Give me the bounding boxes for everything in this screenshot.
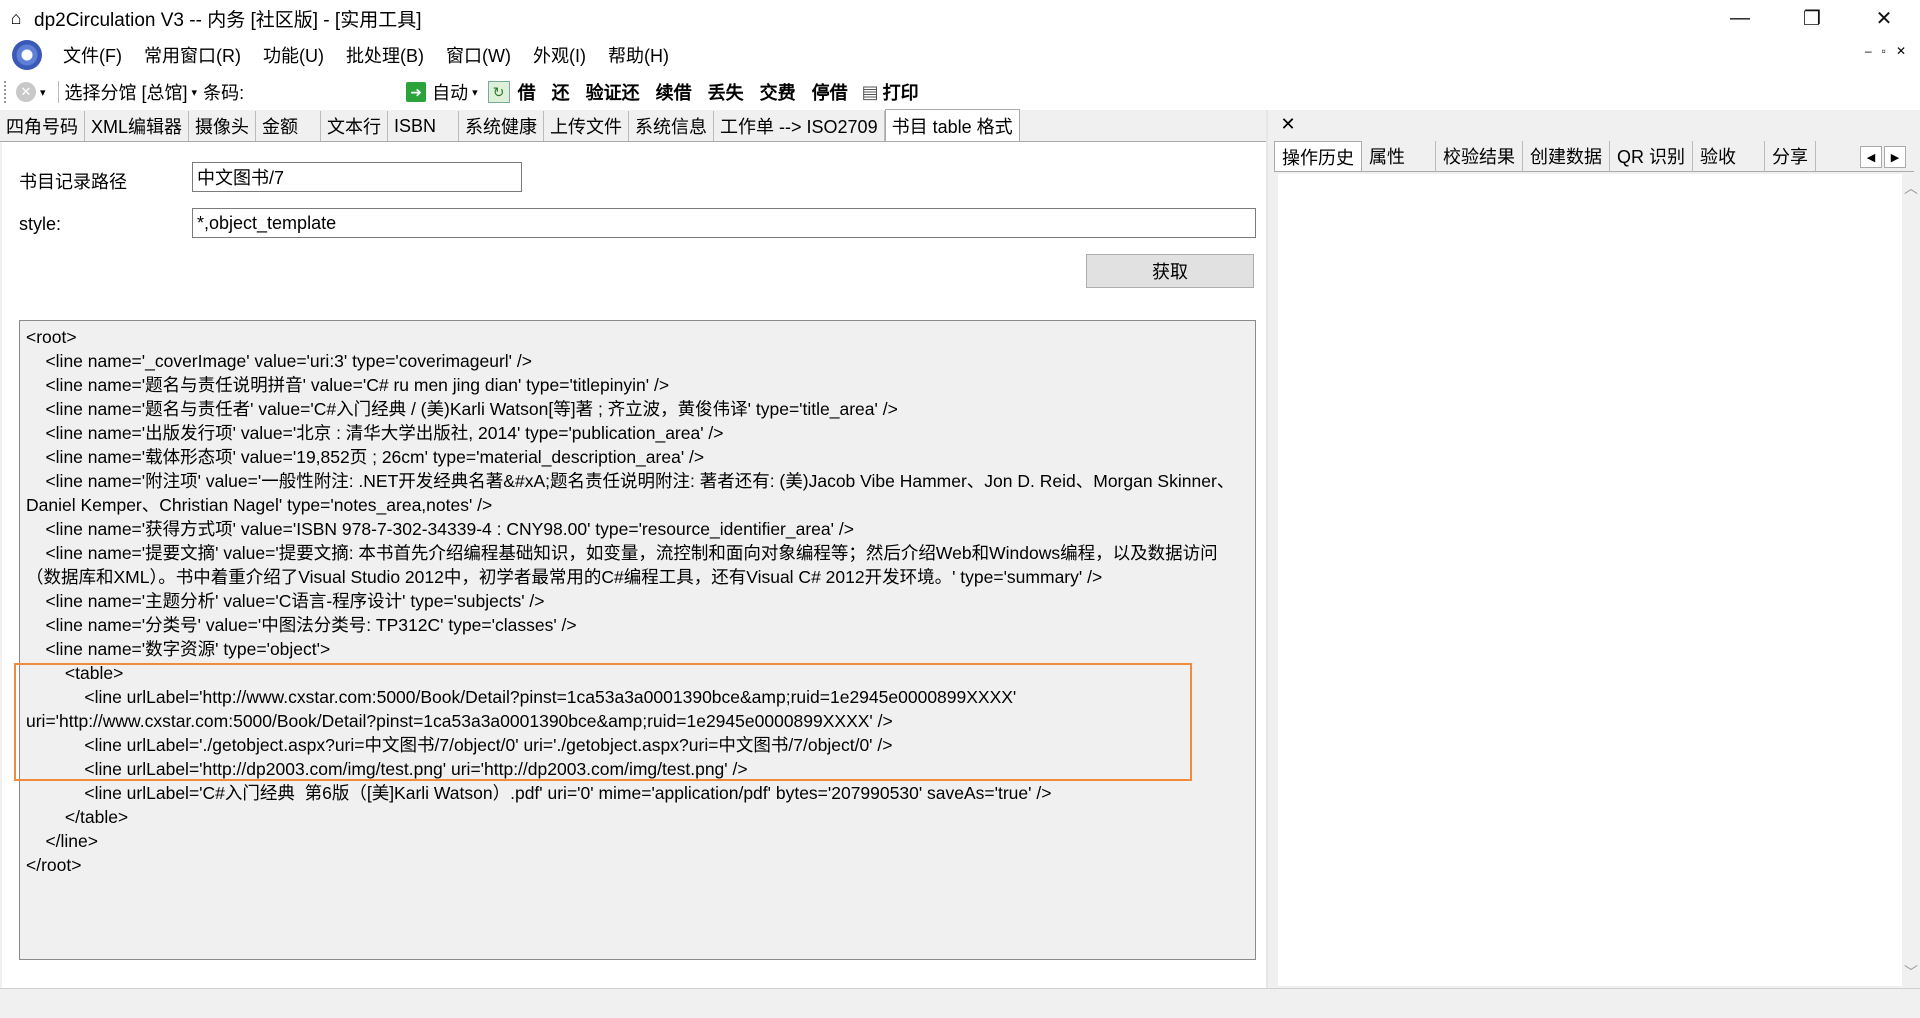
xml-line: <line name='提要文摘' value='提要文摘: 本书首先介绍编程基… (26, 543, 1218, 587)
xml-line: <line urlLabel='http://www.cxstar.com:50… (26, 687, 1022, 731)
menu-file[interactable]: 文件(F) (52, 42, 133, 68)
renew-button[interactable]: 续借 (656, 79, 692, 105)
branch-select[interactable]: 选择分馆 [总馆] (65, 79, 188, 105)
menu-help[interactable]: 帮助(H) (597, 42, 680, 68)
menu-window[interactable]: 窗口(W) (435, 42, 522, 68)
tab-four-corner[interactable]: 四角号码 (0, 111, 85, 141)
scrollbar[interactable]: ︿ ﹀ (1902, 174, 1920, 986)
tab-isbn[interactable]: ISBN (388, 111, 460, 141)
xml-line: <line name='数字资源' type='object'> (26, 639, 331, 659)
auto-mode-select[interactable]: 自动 (432, 79, 468, 105)
tab-upload-file[interactable]: 上传文件 (544, 111, 630, 141)
tab-properties[interactable]: 属性 (1362, 141, 1436, 171)
mdi-restore-button[interactable]: ▫ (1882, 44, 1886, 58)
status-bar (0, 988, 1920, 1018)
xml-line: <line name='获得方式项' value='ISBN 978-7-302… (26, 519, 854, 539)
minimize-button[interactable]: — (1704, 0, 1776, 36)
tab-system-health[interactable]: 系统健康 (459, 111, 545, 141)
xml-line: <line urlLabel='http://dp2003.com/img/te… (26, 759, 748, 779)
biblio-table-panel: 书目记录路径 中文图书/7 style: *,object_template 获… (2, 142, 1268, 988)
printer-icon[interactable]: ▤ (862, 82, 879, 103)
xml-line: </table> (26, 807, 129, 827)
right-tabs: 操作历史 属性 校验结果 创建数据 QR 识别 验收 分享 ◀ ▶ (1274, 140, 1914, 172)
scroll-down-icon[interactable]: ﹀ (1904, 962, 1918, 982)
menu-functions[interactable]: 功能(U) (252, 42, 335, 68)
gear-icon[interactable] (12, 40, 42, 70)
tab-qr-recognition[interactable]: QR 识别 (1610, 141, 1694, 171)
tab-verify-results[interactable]: 校验结果 (1436, 141, 1523, 171)
utility-tabs: 四角号码 XML编辑器 摄像头 金额 文本行 ISBN 系统健康 上传文件 系统… (0, 109, 1280, 142)
menu-common-windows[interactable]: 常用窗口(R) (133, 42, 252, 68)
xml-line: <table> (26, 663, 124, 683)
xml-output-textarea[interactable]: <root> <line name='_coverImage' value='u… (19, 320, 1256, 960)
xml-line: </root> (26, 855, 82, 875)
print-button[interactable]: 打印 (883, 79, 919, 105)
xml-line: <line urlLabel='C#入门经典 第6版（[美]Karli Wats… (26, 783, 1052, 803)
tab-share[interactable]: 分享 (1765, 141, 1817, 171)
operation-history-panel (1278, 174, 1904, 986)
separator (57, 81, 59, 103)
title-bar: ⌂ dp2Circulation V3 -- 内务 [社区版] - [实用工具]… (0, 0, 1920, 36)
chevron-left-icon[interactable]: ◀ (1860, 146, 1882, 168)
menu-bar: 文件(F) 常用窗口(R) 功能(U) 批处理(B) 窗口(W) 外观(I) 帮… (0, 36, 1920, 74)
tab-create-data[interactable]: 创建数据 (1523, 141, 1610, 171)
xml-line: <line name='题名与责任说明拼音' value='C# ru men … (26, 375, 670, 395)
path-label: 书目记录路径 (19, 172, 127, 192)
xml-line: <line name='出版发行项' value='北京 : 清华大学出版社, … (26, 423, 724, 443)
app-icon: ⌂ (10, 7, 22, 28)
style-label: style: (19, 214, 62, 234)
tab-camera[interactable]: 摄像头 (189, 111, 257, 141)
style-field[interactable]: *,object_template (192, 208, 1256, 238)
tab-text-line[interactable]: 文本行 (321, 111, 389, 141)
tab-worksheet-iso2709[interactable]: 工作单 --> ISO2709 (714, 111, 885, 141)
menu-appearance[interactable]: 外观(I) (522, 42, 597, 68)
borrow-button[interactable]: 借 (518, 79, 536, 105)
xml-line: <line name='载体形态项' value='19,852页 ; 26cm… (26, 447, 705, 467)
chevron-down-icon[interactable]: ▾ (472, 86, 478, 99)
refresh-icon[interactable]: ↻ (487, 81, 510, 103)
chevron-down-icon[interactable]: ▾ (192, 86, 198, 99)
chevron-down-icon[interactable]: ▾ (40, 86, 46, 99)
maximize-button[interactable]: ❐ (1776, 0, 1848, 36)
xml-line: <line name='附注项' value='一般性附注: .NET开发经典名… (26, 471, 1235, 515)
tab-biblio-table[interactable]: 书目 table 格式 (884, 109, 1020, 141)
xml-line: <line name='_coverImage' value='uri:3' t… (26, 351, 532, 371)
tab-acceptance[interactable]: 验收 (1693, 141, 1766, 171)
tab-amount[interactable]: 金额 (256, 111, 322, 141)
mdi-minimize-button[interactable]: – (1865, 44, 1872, 58)
close-button[interactable]: ✕ (1848, 0, 1920, 36)
xml-line: <line name='题名与责任者' value='C#入门经典 / (美)K… (26, 399, 898, 419)
scroll-up-icon[interactable]: ︿ (1904, 178, 1918, 198)
xml-line: </line> (26, 831, 98, 851)
xml-line: <line urlLabel='./getobject.aspx?uri=中文图… (26, 735, 893, 755)
lost-button[interactable]: 丢失 (708, 79, 744, 105)
window-title: dp2Circulation V3 -- 内务 [社区版] - [实用工具] (34, 9, 422, 31)
pay-fee-button[interactable]: 交费 (760, 79, 796, 105)
path-field[interactable]: 中文图书/7 (192, 162, 522, 192)
fetch-button[interactable]: 获取 (1086, 254, 1254, 288)
toolbar-grip[interactable] (4, 81, 8, 103)
xml-line: <root> (26, 327, 77, 347)
stop-icon[interactable]: ✕ (16, 82, 36, 102)
return-button[interactable]: 还 (552, 79, 570, 105)
tab-xml-editor[interactable]: XML编辑器 (85, 111, 190, 141)
arrow-right-icon[interactable]: ➜ (406, 82, 427, 102)
barcode-input[interactable] (250, 79, 401, 105)
tab-operation-history[interactable]: 操作历史 (1274, 141, 1362, 171)
xml-line: <line name='主题分析' value='C语言-程序设计' type=… (26, 591, 545, 611)
mdi-close-button[interactable]: ✕ (1896, 44, 1906, 58)
xml-line: <line name='分类号' value='中图法分类号: TP312C' … (26, 615, 577, 635)
toolbar: ✕ ▾ 选择分馆 [总馆] ▾ 条码: ➜ 自动 ▾ ↻ 借 还 验证还 续借 … (0, 74, 1920, 110)
right-pane: ✕ 操作历史 属性 校验结果 创建数据 QR 识别 验收 分享 ◀ ▶ ︿ ﹀ (1268, 110, 1920, 988)
chevron-right-icon[interactable]: ▶ (1884, 146, 1906, 168)
suspend-borrow-button[interactable]: 停借 (812, 79, 848, 105)
close-icon[interactable]: ✕ (1278, 114, 1298, 134)
verify-return-button[interactable]: 验证还 (586, 79, 640, 105)
barcode-label: 条码: (203, 83, 245, 103)
tab-system-info[interactable]: 系统信息 (629, 111, 715, 141)
menu-batch[interactable]: 批处理(B) (335, 42, 435, 68)
